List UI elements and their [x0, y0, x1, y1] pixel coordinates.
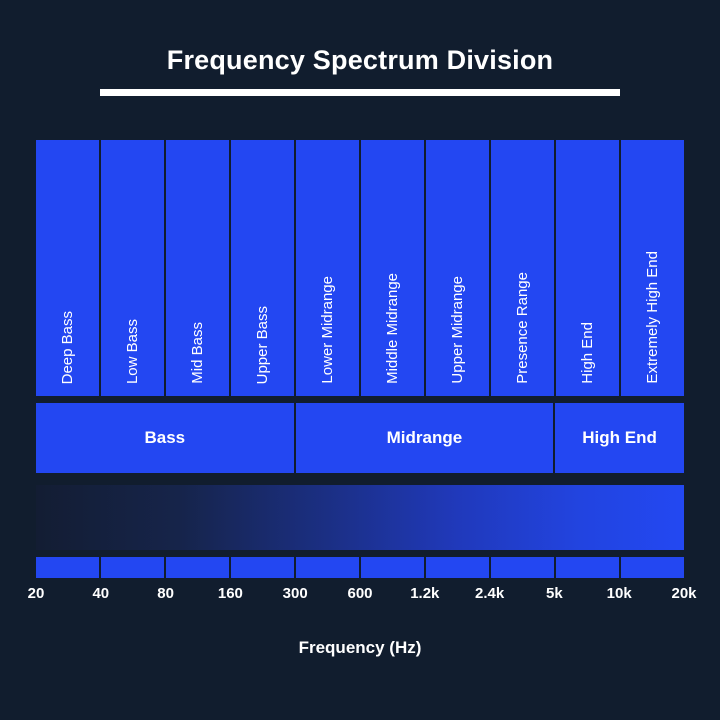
band-cell[interactable]: Upper Bass — [231, 140, 294, 396]
band-label: High End — [579, 322, 596, 384]
band-cell[interactable]: Upper Midrange — [426, 140, 489, 396]
segment-cell[interactable] — [36, 557, 99, 578]
band-label-wrap: Extremely High End — [621, 251, 684, 384]
band-label: Upper Bass — [254, 305, 271, 384]
band-label: Deep Bass — [59, 310, 76, 384]
segment-cell[interactable] — [491, 557, 554, 578]
infographic-root: Frequency Spectrum Division Deep Bass Low… — [0, 0, 720, 720]
band-label-wrap: Low Bass — [101, 319, 164, 384]
segment-cell[interactable] — [296, 557, 359, 578]
tick-label: 10k — [606, 585, 632, 602]
band-label-wrap: Upper Midrange — [426, 276, 489, 384]
band-label-wrap: Mid Bass — [166, 322, 229, 384]
segment-cell[interactable] — [621, 557, 684, 578]
band-label: Middle Midrange — [384, 273, 401, 384]
tick-label: 300 — [282, 585, 308, 602]
tick-label: 600 — [347, 585, 373, 602]
tick-label: 1.2k — [410, 585, 440, 602]
tick-label: 2.4k — [474, 585, 505, 602]
band-label-wrap: Lower Midrange — [296, 276, 359, 384]
band-label-wrap: Middle Midrange — [361, 273, 424, 384]
tick-label: 20 — [27, 585, 45, 602]
group-row: Bass Midrange High End — [36, 403, 684, 473]
band-label-wrap: Presence Range — [491, 272, 554, 384]
tick-label: 20k — [671, 585, 697, 602]
band-label-wrap: Deep Bass — [36, 311, 99, 384]
band-label: Extremely High End — [644, 251, 661, 384]
spectrum-plot: Deep Bass Low Bass Mid Bass Upper Bass Lower… — [28, 140, 697, 658]
band-label: Lower Midrange — [319, 276, 336, 384]
tick-label-row: 20 40 80 160 300 600 1.2k 2.4k 5k 10k 20k — [28, 585, 697, 611]
group-label: Midrange — [386, 428, 463, 447]
segment-row — [36, 557, 684, 578]
band-cell[interactable]: Extremely High End — [621, 140, 684, 396]
band-label: Upper Midrange — [449, 276, 466, 384]
band-cell[interactable]: Presence Range — [491, 140, 554, 396]
intensity-gradient-strip — [36, 485, 684, 550]
tick-label: 160 — [217, 585, 243, 602]
band-cell[interactable]: High End — [556, 140, 619, 396]
group-label: High End — [582, 428, 657, 447]
x-axis-title: Frequency (Hz) — [298, 638, 422, 657]
segment-cell[interactable] — [166, 557, 229, 578]
group-cell[interactable]: Midrange — [295, 403, 554, 473]
band-label: Low Bass — [124, 318, 141, 384]
group-label: Bass — [144, 428, 186, 447]
tick-label: 80 — [157, 585, 174, 602]
band-cell[interactable]: Middle Midrange — [361, 140, 424, 396]
tick-label: 5k — [546, 585, 563, 602]
segment-cell[interactable] — [101, 557, 164, 578]
page-title: Frequency Spectrum Division — [166, 45, 554, 75]
group-cell[interactable]: Bass — [36, 403, 294, 473]
segment-cell[interactable] — [556, 557, 619, 578]
segment-cell[interactable] — [361, 557, 424, 578]
segment-cell[interactable] — [426, 557, 489, 578]
tick-label: 40 — [92, 585, 110, 602]
band-cell[interactable]: Low Bass — [101, 140, 164, 396]
band-label-wrap: Upper Bass — [231, 306, 294, 384]
group-cell[interactable]: High End — [555, 403, 684, 473]
band-label: Mid Bass — [189, 322, 206, 384]
segment-cell[interactable] — [231, 557, 294, 578]
band-label: Presence Range — [514, 272, 531, 384]
band-row: Deep Bass Low Bass Mid Bass Upper Bass Lower… — [36, 140, 684, 396]
title-block: Frequency Spectrum Division — [0, 44, 720, 96]
band-cell[interactable]: Mid Bass — [166, 140, 229, 396]
band-label-wrap: High End — [556, 322, 619, 384]
band-cell[interactable]: Lower Midrange — [296, 140, 359, 396]
title-underline-bar — [100, 89, 620, 96]
band-cell[interactable]: Deep Bass — [36, 140, 99, 396]
